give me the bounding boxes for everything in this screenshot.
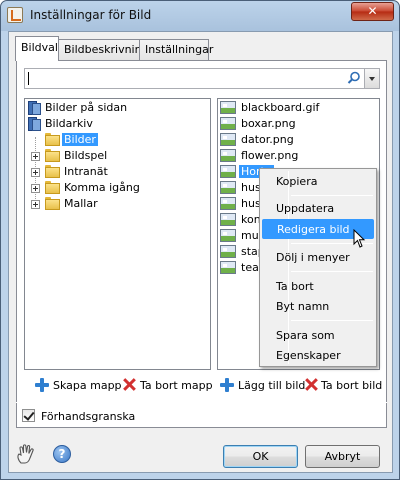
ok-button[interactable]: OK [223,445,298,468]
divider [16,402,387,403]
hand-icon[interactable] [15,443,37,465]
help-icon[interactable]: ? [53,445,71,463]
preview-checkbox[interactable] [22,409,35,422]
tree-item-komma-igang[interactable]: Komma igång [25,180,205,196]
plus-icon [220,378,234,392]
image-file-icon [220,197,236,210]
tab-bildval[interactable]: Bildval [15,36,59,61]
menu-separator [291,320,373,321]
window-title: Inställningar för Bild [30,8,152,22]
menu-item-rename[interactable]: Byt namn [262,297,374,317]
delete-icon [305,378,318,391]
book-icon [26,116,42,132]
tree-item-bilder[interactable]: Bilder [25,132,205,148]
tree-item-intranat[interactable]: Intranät [25,164,205,180]
app-icon [7,7,23,23]
expand-icon[interactable] [31,168,40,177]
close-button[interactable]: ✕ [351,2,394,21]
tab-installningar[interactable]: Inställningar [139,39,213,60]
folder-tree[interactable]: Bilder på sidan Bildarkiv Bilder Bildspe… [24,98,211,370]
tree-item-mallar[interactable]: Mallar [25,196,205,212]
menu-separator [291,195,373,196]
image-file-icon [220,213,236,226]
image-file-icon [220,229,236,242]
delete-icon [123,378,136,391]
folder-icon [45,181,60,194]
expand-icon[interactable] [31,184,40,193]
image-file-icon [220,133,236,146]
context-menu: Kopiera Uppdatera Redigera bild Dölj i m… [259,168,377,367]
search-icon[interactable] [347,71,361,85]
image-file-icon [220,165,236,178]
menu-item-copy[interactable]: Kopiera [262,172,374,192]
menu-item-save-as[interactable]: Spara som [262,326,374,346]
image-file-icon [220,181,236,194]
search-input[interactable] [24,68,380,89]
tab-bildbeskrivning[interactable]: Bildbeskrivning [58,39,149,60]
expand-icon[interactable] [31,200,40,209]
title-bar[interactable]: Inställningar för Bild ✕ [1,1,399,31]
cancel-button[interactable]: Avbryt [305,445,380,468]
add-image-button[interactable]: Lägg till bild [220,377,305,395]
search-dropdown-button[interactable] [364,68,380,89]
image-file-icon [220,245,236,258]
tree-item-bildarkiv[interactable]: Bildarkiv [25,116,205,132]
folder-icon [45,149,60,162]
image-file-icon [220,149,236,162]
delete-folder-button[interactable]: Ta bort mapp [122,377,213,395]
mouse-cursor-icon [353,229,366,248]
image-file-icon [220,101,236,114]
folder-icon [45,133,60,146]
dialog-footer: ? OK Avbryt [9,435,392,472]
menu-item-properties[interactable]: Egenskaper [262,346,374,366]
folder-icon [45,197,60,210]
menu-separator [291,271,373,272]
create-folder-button[interactable]: Skapa mapp [35,377,122,395]
tree-item-bildspel[interactable]: Bildspel [25,148,205,164]
plus-icon [35,378,49,392]
menu-item-delete[interactable]: Ta bort [262,277,374,297]
image-file-icon [220,261,236,274]
expand-icon[interactable] [31,152,40,161]
menu-item-hide-in-menus[interactable]: Dölj i menyer [262,248,374,268]
image-file-icon [220,117,236,130]
menu-item-refresh[interactable]: Uppdatera [262,199,374,219]
book-icon [26,100,42,116]
text-caret [28,72,29,85]
preview-label: Förhandsgranska [41,410,136,423]
delete-image-button[interactable]: Ta bort bild [305,377,385,395]
folder-icon [45,165,60,178]
tree-item-bilder-pa-sidan[interactable]: Bilder på sidan [25,100,205,116]
